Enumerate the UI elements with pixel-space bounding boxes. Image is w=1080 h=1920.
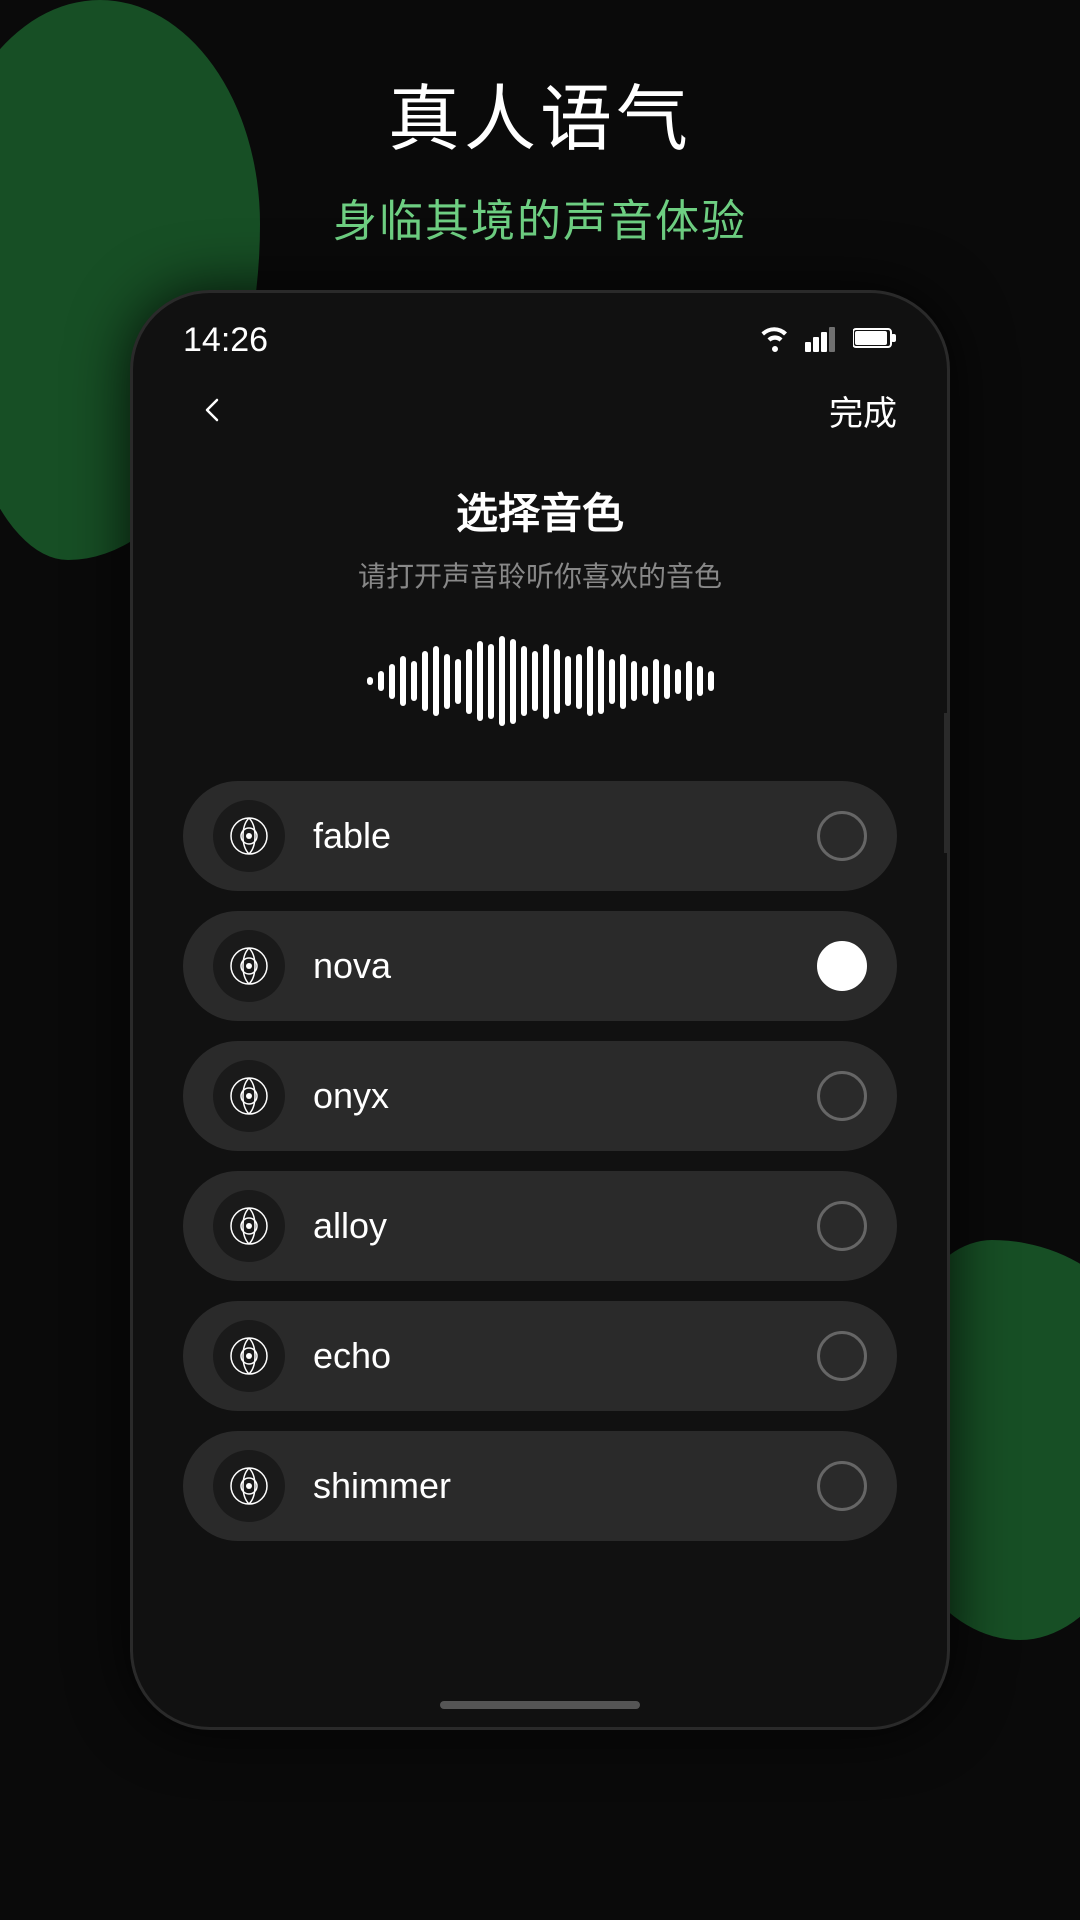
- waveform-bar: [411, 661, 417, 701]
- voice-item-shimmer[interactable]: shimmer: [183, 1431, 897, 1541]
- voice-icon-nova: [213, 930, 285, 1002]
- waveform-bar: [620, 654, 626, 709]
- voice-name-nova: nova: [285, 945, 817, 987]
- voice-icon-shimmer: [213, 1450, 285, 1522]
- voice-item-alloy[interactable]: alloy: [183, 1171, 897, 1281]
- waveform-bar: [631, 661, 637, 701]
- done-button[interactable]: 完成: [829, 386, 897, 435]
- waveform-bar: [510, 639, 516, 724]
- page-title: 选择音色: [133, 480, 947, 541]
- waveform-bar: [477, 641, 483, 721]
- waveform-bar: [389, 664, 395, 699]
- waveform-bar: [609, 659, 615, 704]
- voice-name-onyx: onyx: [285, 1075, 817, 1117]
- waveform-bar: [576, 654, 582, 709]
- voice-item-onyx[interactable]: onyx: [183, 1041, 897, 1151]
- radio-fable[interactable]: [817, 811, 867, 861]
- waveform-bar: [400, 656, 406, 706]
- status-bar: 14:26: [133, 293, 947, 370]
- waveform-bar: [444, 654, 450, 709]
- waveform-bar: [433, 646, 439, 716]
- waveform-bar: [598, 649, 604, 714]
- waveform-bar: [499, 636, 505, 726]
- waveform-bar: [664, 664, 670, 699]
- waveform-bar: [367, 677, 373, 685]
- radio-echo[interactable]: [817, 1331, 867, 1381]
- page-subtitle: 请打开声音聆听你喜欢的音色: [133, 555, 947, 595]
- wifi-icon: [757, 324, 793, 357]
- waveform-bar: [565, 656, 571, 706]
- waveform-bar: [466, 649, 472, 714]
- phone-frame: 14:26: [130, 290, 950, 1730]
- radio-nova[interactable]: [817, 941, 867, 991]
- battery-icon: [853, 326, 897, 355]
- waveform-bar: [653, 659, 659, 704]
- voice-icon-alloy: [213, 1190, 285, 1262]
- header-area: 真人语气 身临其境的声音体验: [0, 60, 1080, 249]
- voice-icon-echo: [213, 1320, 285, 1392]
- waveform-bar: [543, 644, 549, 719]
- voice-icon-fable: [213, 800, 285, 872]
- waveform-bar: [488, 644, 494, 719]
- waveform-bar: [686, 661, 692, 701]
- back-button[interactable]: [183, 380, 243, 440]
- waveform-bar: [521, 646, 527, 716]
- waveform-bar: [697, 666, 703, 696]
- waveform-bar: [554, 649, 560, 714]
- waveform-bar: [642, 666, 648, 696]
- status-icons: [757, 324, 897, 357]
- waveform-bar: [378, 671, 384, 691]
- radio-alloy[interactable]: [817, 1201, 867, 1251]
- voice-name-echo: echo: [285, 1335, 817, 1377]
- header-title: 真人语气: [0, 60, 1080, 165]
- voice-list: fable nova onyx alloy echo: [133, 751, 947, 1571]
- waveform-bar: [455, 659, 461, 704]
- header-subtitle: 身临其境的声音体验: [0, 185, 1080, 249]
- signal-icon: [805, 324, 841, 357]
- voice-item-echo[interactable]: echo: [183, 1301, 897, 1411]
- nav-bar: 完成: [133, 370, 947, 460]
- waveform: [133, 611, 947, 751]
- voice-name-fable: fable: [285, 815, 817, 857]
- waveform-bar: [675, 669, 681, 694]
- home-indicator: [440, 1701, 640, 1709]
- status-time: 14:26: [183, 321, 268, 360]
- radio-shimmer[interactable]: [817, 1461, 867, 1511]
- voice-icon-onyx: [213, 1060, 285, 1132]
- waveform-bar: [422, 651, 428, 711]
- voice-item-nova[interactable]: nova: [183, 911, 897, 1021]
- waveform-bar: [708, 671, 714, 691]
- radio-onyx[interactable]: [817, 1071, 867, 1121]
- waveform-bar: [532, 651, 538, 711]
- page-title-area: 选择音色 请打开声音聆听你喜欢的音色: [133, 460, 947, 611]
- voice-item-fable[interactable]: fable: [183, 781, 897, 891]
- phone-side-button: [944, 713, 950, 853]
- voice-name-alloy: alloy: [285, 1205, 817, 1247]
- voice-name-shimmer: shimmer: [285, 1465, 817, 1507]
- waveform-bar: [587, 646, 593, 716]
